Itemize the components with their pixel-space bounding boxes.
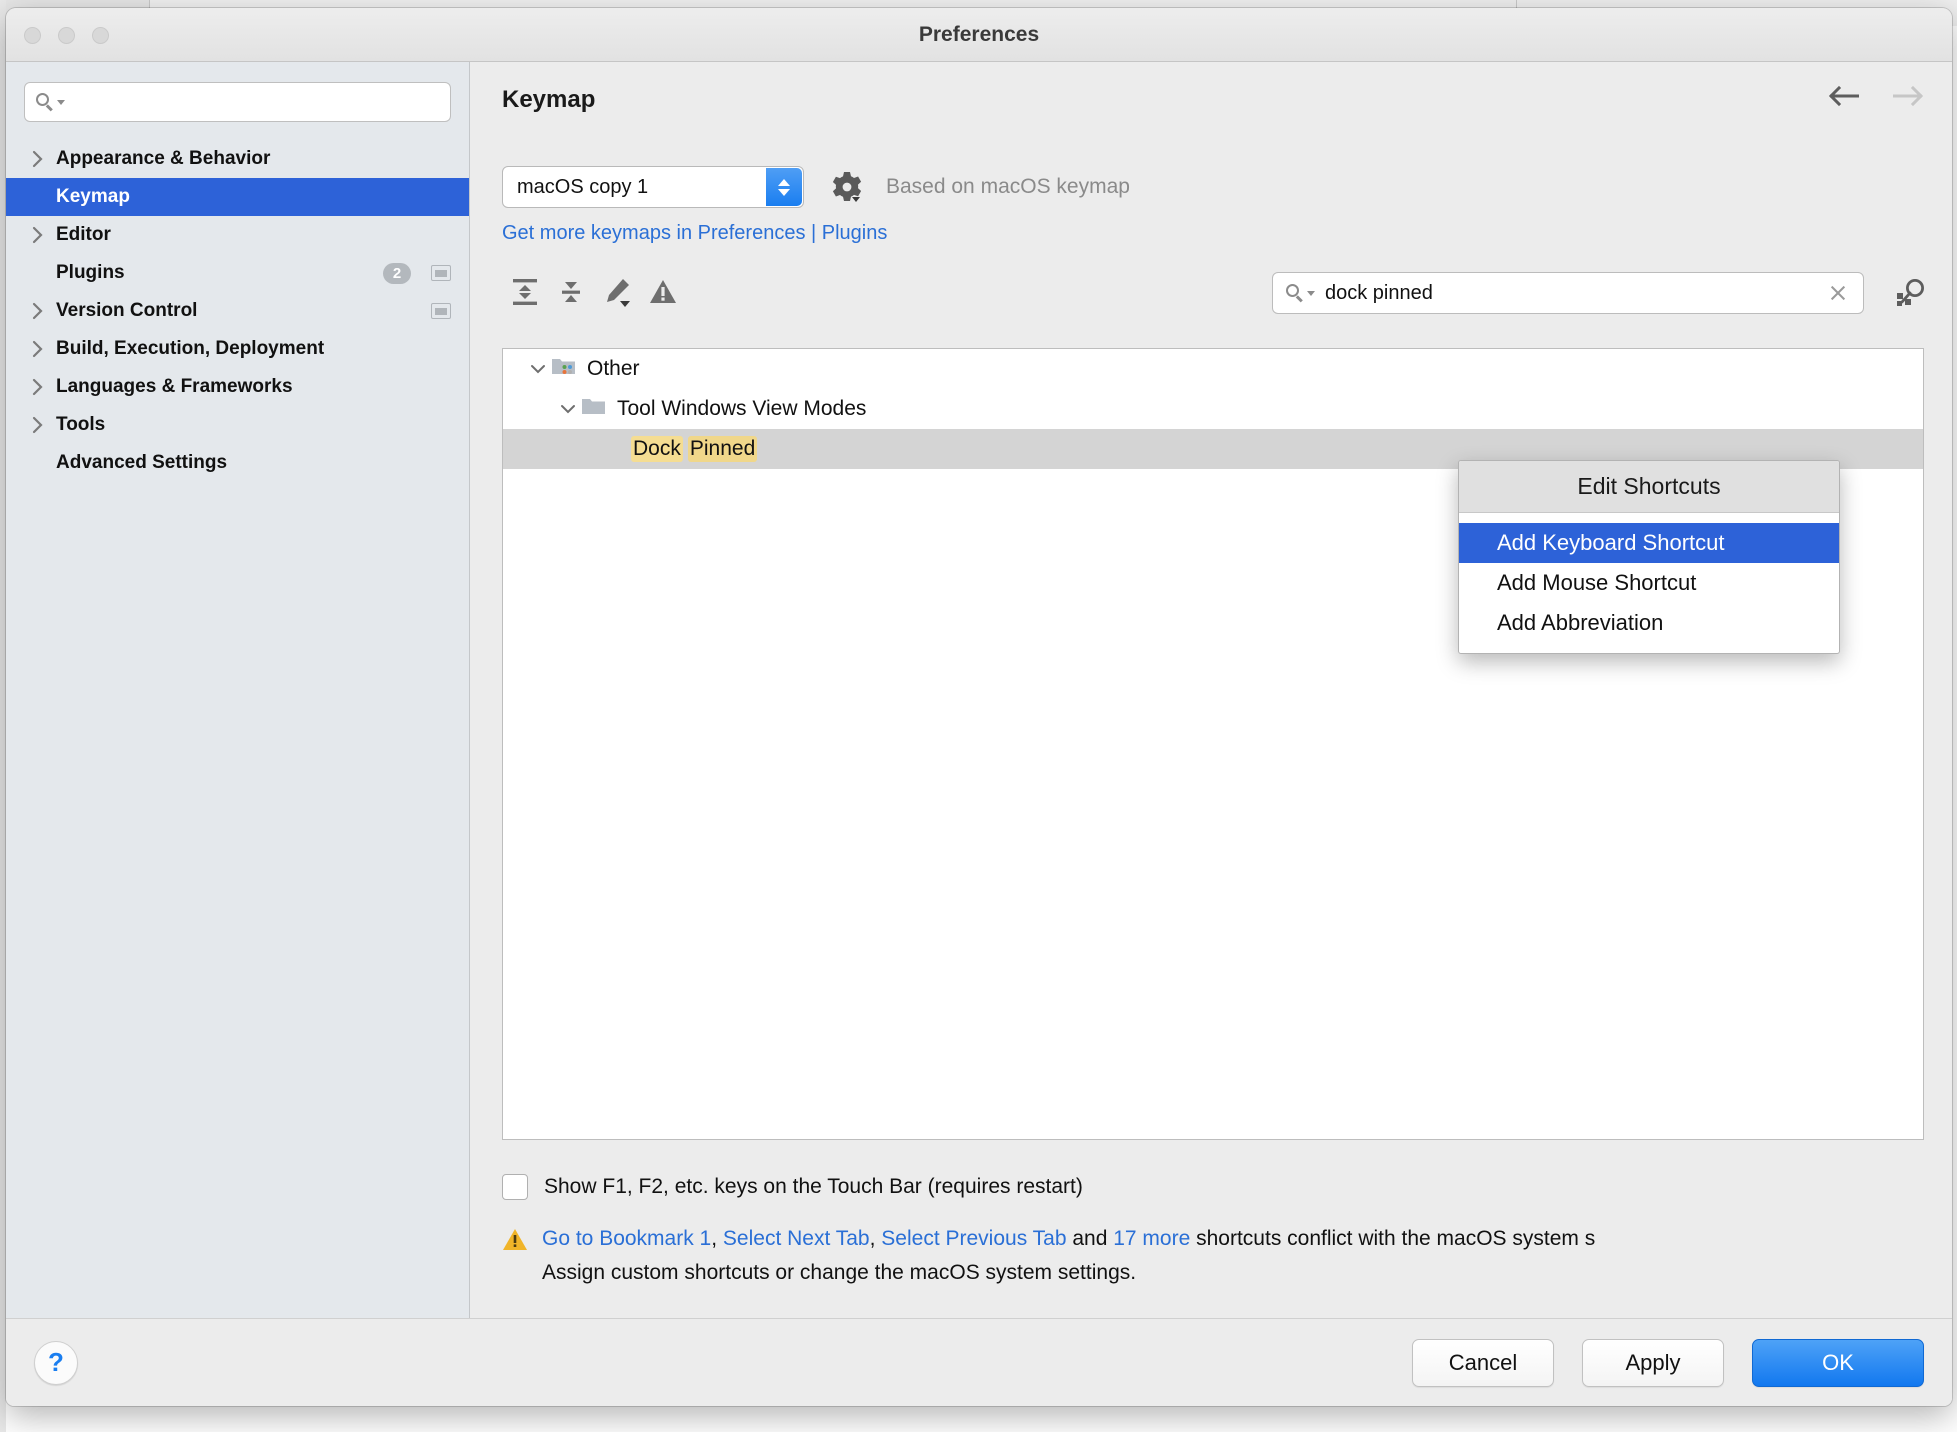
sidebar-item-editor[interactable]: Editor	[6, 216, 469, 254]
shortcut-search-input[interactable]	[1325, 281, 1825, 305]
folder-icon	[581, 395, 609, 423]
warn-sep-2: ,	[869, 1227, 882, 1250]
tree-toolbar	[470, 263, 1952, 321]
context-menu-title: Edit Shortcuts	[1459, 461, 1839, 513]
open-in-window-icon[interactable]	[431, 303, 451, 319]
sidebar-item-appearance-behavior[interactable]: Appearance & Behavior	[6, 140, 469, 178]
chevron-right-icon[interactable]	[32, 226, 54, 244]
sidebar-item-keymap[interactable]: Keymap	[6, 178, 469, 216]
menu-item-add-mouse-shortcut[interactable]: Add Mouse Shortcut	[1459, 563, 1839, 603]
conflict-link-17-more[interactable]: 17 more	[1113, 1227, 1190, 1250]
chevron-down-icon[interactable]	[525, 363, 551, 375]
context-menu-top-padding	[1459, 513, 1839, 523]
sidebar-item-build-execution-deployment[interactable]: Build, Execution, Deployment	[6, 330, 469, 368]
warn-and: and	[1066, 1227, 1114, 1250]
sidebar-search-input[interactable]	[71, 92, 440, 112]
chevron-right-icon[interactable]	[32, 150, 54, 168]
dialog-body: Appearance & Behavior Keymap Editor Plug…	[6, 62, 1952, 1318]
tree-node-label: Other	[587, 357, 640, 380]
preferences-dialog: Preferences Appearance & Behavior Keymap…	[6, 8, 1952, 1406]
context-menu-bottom-padding	[1459, 643, 1839, 653]
chevron-right-icon[interactable]	[32, 416, 54, 434]
chevron-down-icon	[57, 99, 65, 105]
page-title: Keymap	[502, 86, 596, 113]
conflict-link-select-previous-tab[interactable]: Select Previous Tab	[881, 1227, 1066, 1250]
conflict-link-select-next-tab[interactable]: Select Next Tab	[723, 1227, 870, 1250]
chevron-down-icon	[1307, 290, 1315, 296]
sidebar-item-label: Languages & Frameworks	[56, 376, 293, 397]
other-folder-icon	[551, 355, 579, 383]
shortcut-search-field[interactable]	[1272, 272, 1864, 314]
keymap-select[interactable]: macOS copy 1	[502, 166, 804, 208]
title-bar: Preferences	[6, 8, 1952, 62]
tree-node-label-highlight-2: Pinned	[687, 436, 758, 462]
tree-node-other[interactable]: Other	[503, 349, 1923, 389]
clear-search-icon[interactable]	[1825, 280, 1851, 306]
sidebar-item-label: Advanced Settings	[56, 452, 228, 473]
gear-icon[interactable]	[830, 170, 864, 204]
keymap-select-value: macOS copy 1	[517, 175, 649, 198]
tree-node-label: Tool Windows View Modes	[617, 397, 867, 420]
sidebar-item-label: Version Control	[56, 300, 198, 321]
sidebar-item-label: Plugins	[56, 262, 125, 283]
warn-sep-1: ,	[711, 1227, 723, 1250]
warning-triangle-icon	[502, 1228, 528, 1290]
sidebar-item-list: Appearance & Behavior Keymap Editor Plug…	[6, 140, 469, 482]
menu-item-add-keyboard-shortcut[interactable]: Add Keyboard Shortcut	[1459, 523, 1839, 563]
conflicts-warning-icon[interactable]	[640, 275, 686, 309]
sidebar-item-version-control[interactable]: Version Control	[6, 292, 469, 330]
help-button[interactable]: ?	[34, 1340, 78, 1385]
forward-arrow-icon[interactable]	[1890, 84, 1924, 108]
conflict-warning-line-2: Assign custom shortcuts or change the ma…	[542, 1261, 1137, 1284]
conflict-warning: Go to Bookmark 1, Select Next Tab, Selec…	[502, 1222, 1952, 1290]
chevron-down-icon[interactable]	[555, 403, 581, 415]
ok-button[interactable]: OK	[1752, 1338, 1924, 1387]
sidebar-item-label: Tools	[56, 414, 106, 435]
sidebar-item-tools[interactable]: Tools	[6, 406, 469, 444]
sidebar-item-languages-frameworks[interactable]: Languages & Frameworks	[6, 368, 469, 406]
sidebar-item-label: Editor	[56, 224, 111, 245]
chevron-right-icon[interactable]	[32, 302, 54, 320]
settings-sidebar: Appearance & Behavior Keymap Editor Plug…	[6, 62, 470, 1318]
tree-node-label-highlight-1: Dock	[631, 436, 683, 462]
menu-item-add-abbreviation[interactable]: Add Abbreviation	[1459, 603, 1839, 643]
based-on-label: Based on macOS keymap	[886, 175, 1130, 198]
sidebar-item-label: Keymap	[56, 186, 130, 207]
expand-all-icon[interactable]	[502, 275, 548, 309]
stepper-icon[interactable]	[766, 168, 802, 206]
dialog-footer: ? Cancel Apply OK	[6, 1318, 1952, 1406]
sidebar-item-advanced-settings[interactable]: Advanced Settings	[6, 444, 469, 482]
conflict-warning-text: Go to Bookmark 1, Select Next Tab, Selec…	[542, 1222, 1595, 1290]
sidebar-item-label: Appearance & Behavior	[56, 148, 271, 169]
get-more-keymaps-link[interactable]: Get more keymaps in Preferences | Plugin…	[470, 222, 1952, 245]
back-arrow-icon[interactable]	[1828, 84, 1862, 108]
panel-header: Keymap	[470, 62, 1952, 158]
cancel-button[interactable]: Cancel	[1412, 1338, 1554, 1387]
sidebar-item-label: Build, Execution, Deployment	[56, 338, 325, 359]
touchbar-checkbox-label: Show F1, F2, etc. keys on the Touch Bar …	[544, 1175, 1083, 1198]
edit-shortcut-icon[interactable]	[594, 275, 640, 309]
search-icon	[1285, 283, 1305, 303]
chevron-right-icon[interactable]	[32, 378, 54, 396]
tree-node-tool-windows-view-modes[interactable]: Tool Windows View Modes	[503, 389, 1923, 429]
conflict-warning-line-1: Go to Bookmark 1, Select Next Tab, Selec…	[542, 1222, 1595, 1256]
conflict-link-go-to-bookmark-1[interactable]: Go to Bookmark 1	[542, 1227, 711, 1250]
chevron-right-icon[interactable]	[32, 340, 54, 358]
sidebar-item-plugins[interactable]: Plugins 2	[6, 254, 469, 292]
history-navigation	[1828, 84, 1924, 108]
apply-button[interactable]: Apply	[1582, 1338, 1724, 1387]
plugins-update-badge: 2	[383, 263, 411, 284]
collapse-all-icon[interactable]	[548, 275, 594, 309]
open-in-window-icon[interactable]	[431, 265, 451, 281]
search-icon	[35, 92, 55, 112]
touchbar-checkbox[interactable]	[502, 1174, 528, 1200]
sidebar-search-field[interactable]	[24, 82, 451, 122]
window-title: Preferences	[918, 23, 1040, 46]
touchbar-checkbox-row[interactable]: Show F1, F2, etc. keys on the Touch Bar …	[502, 1174, 1083, 1200]
keymap-selector-row: macOS copy 1 Based on macOS keymap	[470, 158, 1952, 216]
warn-tail: shortcuts conflict with the macOS system…	[1190, 1227, 1596, 1250]
keymap-panel: Keymap macOS copy 1 Based on macOS keyma…	[470, 62, 1952, 1318]
find-by-shortcut-icon[interactable]	[1892, 277, 1928, 309]
edit-shortcuts-context-menu[interactable]: Edit Shortcuts Add Keyboard Shortcut Add…	[1458, 460, 1840, 654]
